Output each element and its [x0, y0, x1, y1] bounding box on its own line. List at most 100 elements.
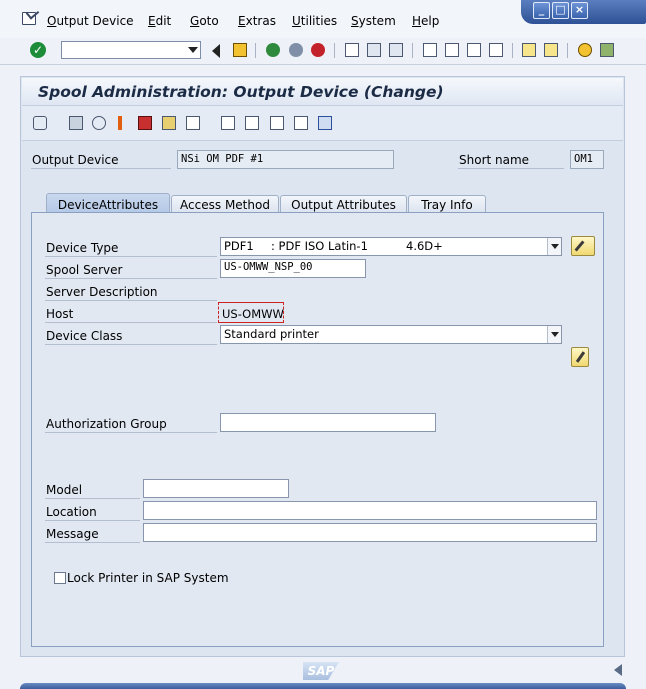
menu-utilities[interactable]: Utilities [292, 14, 337, 28]
test-print-icon[interactable] [294, 116, 308, 130]
label-underline [45, 542, 140, 543]
network-icon[interactable] [318, 116, 332, 130]
device-class-select[interactable]: Standard printer [220, 325, 562, 344]
minimize-button[interactable]: _ [533, 2, 550, 19]
spool-server-label: Spool Server [46, 263, 123, 277]
chevron-down-icon[interactable] [188, 47, 198, 53]
toolbar-divider [334, 43, 335, 58]
title-bar: Spool Administration: Output Device (Cha… [22, 78, 623, 106]
model-input[interactable] [143, 479, 289, 498]
page-title: Spool Administration: Output Device (Cha… [38, 83, 444, 101]
back-icon[interactable] [266, 43, 280, 57]
where-used-icon[interactable] [162, 116, 176, 130]
tab-tray-info[interactable]: Tray Info [408, 195, 486, 213]
status-bar [20, 683, 626, 689]
device-type-label: Device Type [46, 241, 119, 255]
host-value: US-OMWW [222, 307, 284, 321]
info-icon[interactable] [118, 116, 122, 130]
output-device-label: Output Device [32, 153, 119, 167]
magic-wand-icon[interactable] [571, 236, 595, 256]
menu-output-device[interactable]: Output Device [47, 14, 134, 28]
model-label: Model [46, 483, 83, 497]
location-input[interactable] [143, 501, 597, 520]
chevron-down-icon[interactable] [547, 238, 561, 255]
lock-printer-checkbox[interactable] [54, 572, 66, 584]
delete-icon[interactable] [69, 116, 83, 130]
first-page-icon[interactable] [423, 43, 437, 57]
label-underline [45, 322, 217, 323]
status-bar-toggle-icon[interactable] [614, 664, 622, 676]
maximize-button[interactable]: □ [552, 2, 569, 19]
tab-device-attributes[interactable]: DeviceAttributes [46, 193, 170, 213]
calculator-icon[interactable] [270, 116, 284, 130]
label-underline [45, 520, 140, 521]
window-controls: _ □ × [521, 0, 646, 24]
message-input[interactable] [143, 523, 597, 542]
spool-server-input[interactable]: US-OMWW_NSP_00 [220, 259, 366, 278]
label-underline [45, 432, 217, 433]
menu-exit-icon[interactable] [22, 12, 36, 25]
menu-edit[interactable]: Edit [148, 14, 171, 28]
toolbar-divider [567, 43, 568, 58]
tab-output-attributes[interactable]: Output Attributes [280, 195, 407, 213]
short-name-field: OM1 [570, 150, 604, 169]
enter-checkmark-icon[interactable]: ✓ [30, 42, 46, 58]
lock-printer-label: Lock Printer in SAP System [67, 571, 229, 585]
save-icon[interactable] [233, 43, 247, 57]
print-device-icon[interactable] [245, 116, 259, 130]
copy-icon[interactable] [221, 116, 235, 130]
device-class-label: Device Class [46, 329, 123, 343]
object-list-icon[interactable] [186, 116, 200, 130]
menu-extras[interactable]: Extras [238, 14, 276, 28]
help-icon[interactable] [578, 43, 592, 57]
transport-icon[interactable] [138, 116, 152, 130]
menu-bar: Output Device Edit Goto Extras Utilities… [0, 0, 646, 38]
message-label: Message [46, 527, 99, 541]
exit-icon[interactable] [289, 43, 303, 57]
label-underline [45, 278, 217, 279]
label-underline [31, 168, 171, 169]
label-underline [45, 344, 217, 345]
next-page-icon[interactable] [467, 43, 481, 57]
device-type-version: 4.6D+ [406, 239, 443, 253]
cancel-icon[interactable] [311, 43, 325, 57]
find-next-icon[interactable] [389, 43, 403, 57]
application-toolbar [22, 106, 623, 141]
device-type-code: PDF1 [224, 239, 254, 253]
output-device-field: NSi OM PDF #1 [177, 150, 394, 169]
menu-system[interactable]: System [351, 14, 396, 28]
refresh-icon[interactable] [92, 116, 106, 130]
host-label: Host [46, 307, 74, 321]
chevron-down-icon[interactable] [547, 326, 561, 343]
label-underline [45, 498, 140, 499]
toolbar-divider [412, 43, 413, 58]
find-icon[interactable] [367, 43, 381, 57]
device-type-field[interactable]: PDF1 : PDF ISO Latin-1 4.6D+ [220, 237, 562, 256]
command-field[interactable] [61, 41, 201, 59]
close-button[interactable]: × [571, 2, 588, 19]
server-description-label: Server Description [46, 285, 158, 299]
label-underline [45, 300, 217, 301]
previous-page-icon[interactable] [445, 43, 459, 57]
last-page-icon[interactable] [489, 43, 503, 57]
new-session-icon[interactable] [522, 43, 536, 57]
tab-access-method[interactable]: Access Method [171, 195, 279, 213]
display-change-icon[interactable] [33, 116, 47, 130]
menu-goto[interactable]: Goto [190, 14, 219, 28]
layout-menu-icon[interactable] [600, 43, 614, 57]
device-type-description: : PDF ISO Latin-1 [271, 239, 368, 253]
back-arrow-icon[interactable] [212, 44, 220, 58]
sap-logo: SAP [303, 662, 339, 680]
print-icon[interactable] [345, 43, 359, 57]
location-label: Location [46, 505, 97, 519]
authorization-group-label: Authorization Group [46, 417, 167, 431]
edit-pencil-icon[interactable] [571, 347, 589, 367]
authorization-group-input[interactable] [220, 413, 436, 432]
toolbar-divider [255, 43, 256, 58]
short-name-label: Short name [459, 153, 530, 167]
menu-help[interactable]: Help [412, 14, 439, 28]
standard-toolbar: ✓ [0, 38, 646, 65]
label-underline [45, 256, 217, 257]
toolbar-divider [512, 43, 513, 58]
shortcut-icon[interactable] [544, 43, 558, 57]
